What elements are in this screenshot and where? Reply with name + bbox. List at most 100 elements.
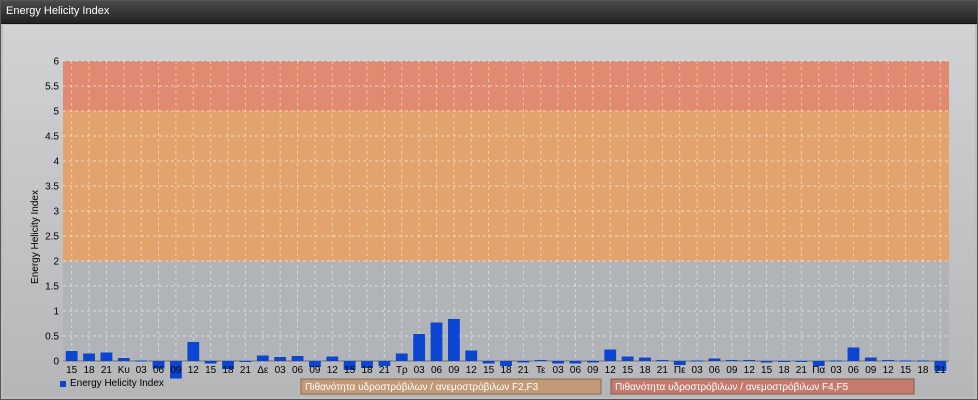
bar bbox=[291, 356, 304, 361]
bar bbox=[847, 347, 860, 361]
legend-label-f4f5: Πιθανότητα υδροστρόβιλων / ανεμοστρόβιλω… bbox=[615, 381, 849, 393]
legend: Energy Helicity Index Πιθανότητα υδροστρ… bbox=[60, 378, 915, 395]
x-tick-label: 09 bbox=[309, 365, 321, 376]
bar bbox=[430, 322, 443, 361]
plot-area: 0 0.5 1 1.5 2 2.5 3 3.5 4 4.5 5 5.5 6 15 18 21 Κυ 03 06 09… bbox=[3, 25, 975, 397]
x-tick-label: 21 bbox=[240, 365, 252, 376]
bar bbox=[552, 361, 565, 364]
x-axis-ticks: 15 18 21 Κυ 03 06 09 12 15 18 21 Δε 03 06 09 12 15 18 21 Τρ… bbox=[66, 365, 946, 376]
y-tick-label: 2 bbox=[53, 257, 59, 268]
bar bbox=[708, 358, 721, 361]
y-tick-label: 3.5 bbox=[45, 182, 59, 193]
bar bbox=[326, 356, 339, 361]
x-tick-label: 21 bbox=[657, 365, 669, 376]
bar bbox=[691, 360, 704, 362]
x-tick-label: Τε bbox=[536, 365, 546, 376]
bar bbox=[256, 355, 269, 361]
x-tick-label: 09 bbox=[587, 365, 599, 376]
bar bbox=[795, 361, 808, 362]
x-tick-label: 21 bbox=[796, 365, 808, 376]
x-tick-label: 15 bbox=[900, 365, 912, 376]
x-tick-label: 18 bbox=[917, 365, 929, 376]
bar bbox=[586, 361, 599, 363]
x-tick-label: 03 bbox=[414, 365, 426, 376]
y-tick-label: 5 bbox=[53, 107, 59, 118]
x-tick-label: 18 bbox=[361, 365, 373, 376]
y-tick-label: 1.5 bbox=[45, 282, 59, 293]
x-tick-label: 18 bbox=[500, 365, 512, 376]
y-tick-label: 0 bbox=[53, 357, 59, 368]
bar bbox=[569, 361, 582, 364]
window-title: Energy Helicity Index bbox=[6, 5, 110, 17]
x-tick-label: Κυ bbox=[118, 365, 130, 376]
x-tick-label: 21 bbox=[518, 365, 530, 376]
bar bbox=[743, 360, 756, 361]
x-tick-label: 06 bbox=[153, 365, 165, 376]
bar bbox=[725, 360, 738, 361]
bar bbox=[760, 361, 773, 363]
title-bar: Energy Helicity Index bbox=[1, 1, 977, 24]
bar bbox=[65, 351, 78, 361]
x-tick-label: 06 bbox=[431, 365, 443, 376]
y-tick-label: 3 bbox=[53, 207, 59, 218]
y-tick-label: 2.5 bbox=[45, 232, 59, 243]
y-axis-ticks: 0 0.5 1 1.5 2 2.5 3 3.5 4 4.5 5 5.5 6 bbox=[45, 57, 59, 368]
x-tick-label: 03 bbox=[692, 365, 704, 376]
y-tick-label: 4.5 bbox=[45, 132, 59, 143]
bar bbox=[100, 352, 113, 361]
x-tick-label: 12 bbox=[466, 365, 478, 376]
y-axis-label: Energy Helicity Index bbox=[30, 190, 41, 284]
x-tick-label: Τρ bbox=[396, 365, 408, 376]
x-tick-label: Πε bbox=[674, 365, 686, 376]
x-tick-label: 15 bbox=[483, 365, 495, 376]
x-tick-label: 09 bbox=[448, 365, 460, 376]
bar bbox=[447, 319, 460, 361]
x-tick-label: Πα bbox=[812, 365, 825, 376]
x-tick-label: 15 bbox=[622, 365, 634, 376]
x-tick-label: 18 bbox=[83, 365, 95, 376]
chart-window: Energy Helicity Index 0 0.5 1 1.5 2 2.5 3 3.5 4 4… bbox=[0, 0, 978, 400]
bar bbox=[882, 360, 895, 361]
bar bbox=[413, 334, 426, 361]
x-tick-label: 18 bbox=[778, 365, 790, 376]
bar bbox=[639, 357, 651, 361]
y-tick-label: 6 bbox=[53, 57, 59, 68]
bar bbox=[830, 360, 842, 362]
x-tick-label: 03 bbox=[831, 365, 843, 376]
x-tick-label: 03 bbox=[136, 365, 148, 376]
x-tick-label: 12 bbox=[744, 365, 756, 376]
x-tick-label: 12 bbox=[327, 365, 339, 376]
bar bbox=[204, 361, 217, 364]
bar bbox=[135, 360, 148, 362]
x-tick-label: 03 bbox=[553, 365, 565, 376]
x-tick-label: 03 bbox=[275, 365, 287, 376]
bar bbox=[899, 360, 912, 362]
x-tick-label: 12 bbox=[188, 365, 200, 376]
y-tick-label: 4 bbox=[53, 157, 59, 168]
ehi-bar-chart: 0 0.5 1 1.5 2 2.5 3 3.5 4 4.5 5 5.5 6 15 18 21 Κυ 03 06 09… bbox=[30, 57, 949, 395]
legend-swatch-ehi bbox=[60, 381, 66, 387]
x-tick-label: 06 bbox=[848, 365, 860, 376]
x-tick-label: 21 bbox=[935, 365, 947, 376]
x-tick-label: 21 bbox=[101, 365, 113, 376]
bar bbox=[83, 353, 95, 361]
x-tick-label: 15 bbox=[66, 365, 78, 376]
y-tick-label: 5.5 bbox=[45, 82, 59, 93]
x-tick-label: 15 bbox=[344, 365, 356, 376]
legend-label-ehi: Energy Helicity Index bbox=[70, 378, 164, 389]
x-tick-label: 18 bbox=[639, 365, 651, 376]
y-tick-label: 0.5 bbox=[45, 332, 59, 343]
bar bbox=[395, 353, 408, 361]
bar bbox=[604, 349, 617, 361]
legend-label-f2f3: Πιθανότητα υδροστρόβιλων / ανεμοστρόβιλω… bbox=[305, 381, 539, 393]
x-tick-label: 06 bbox=[709, 365, 721, 376]
x-tick-label: 15 bbox=[761, 365, 773, 376]
bar bbox=[656, 360, 669, 361]
bar bbox=[465, 350, 478, 361]
bar bbox=[534, 360, 547, 361]
x-tick-label: 12 bbox=[883, 365, 895, 376]
bar bbox=[187, 342, 200, 361]
x-tick-label: 21 bbox=[379, 365, 391, 376]
x-tick-label: 15 bbox=[205, 365, 217, 376]
x-tick-label: 09 bbox=[726, 365, 738, 376]
